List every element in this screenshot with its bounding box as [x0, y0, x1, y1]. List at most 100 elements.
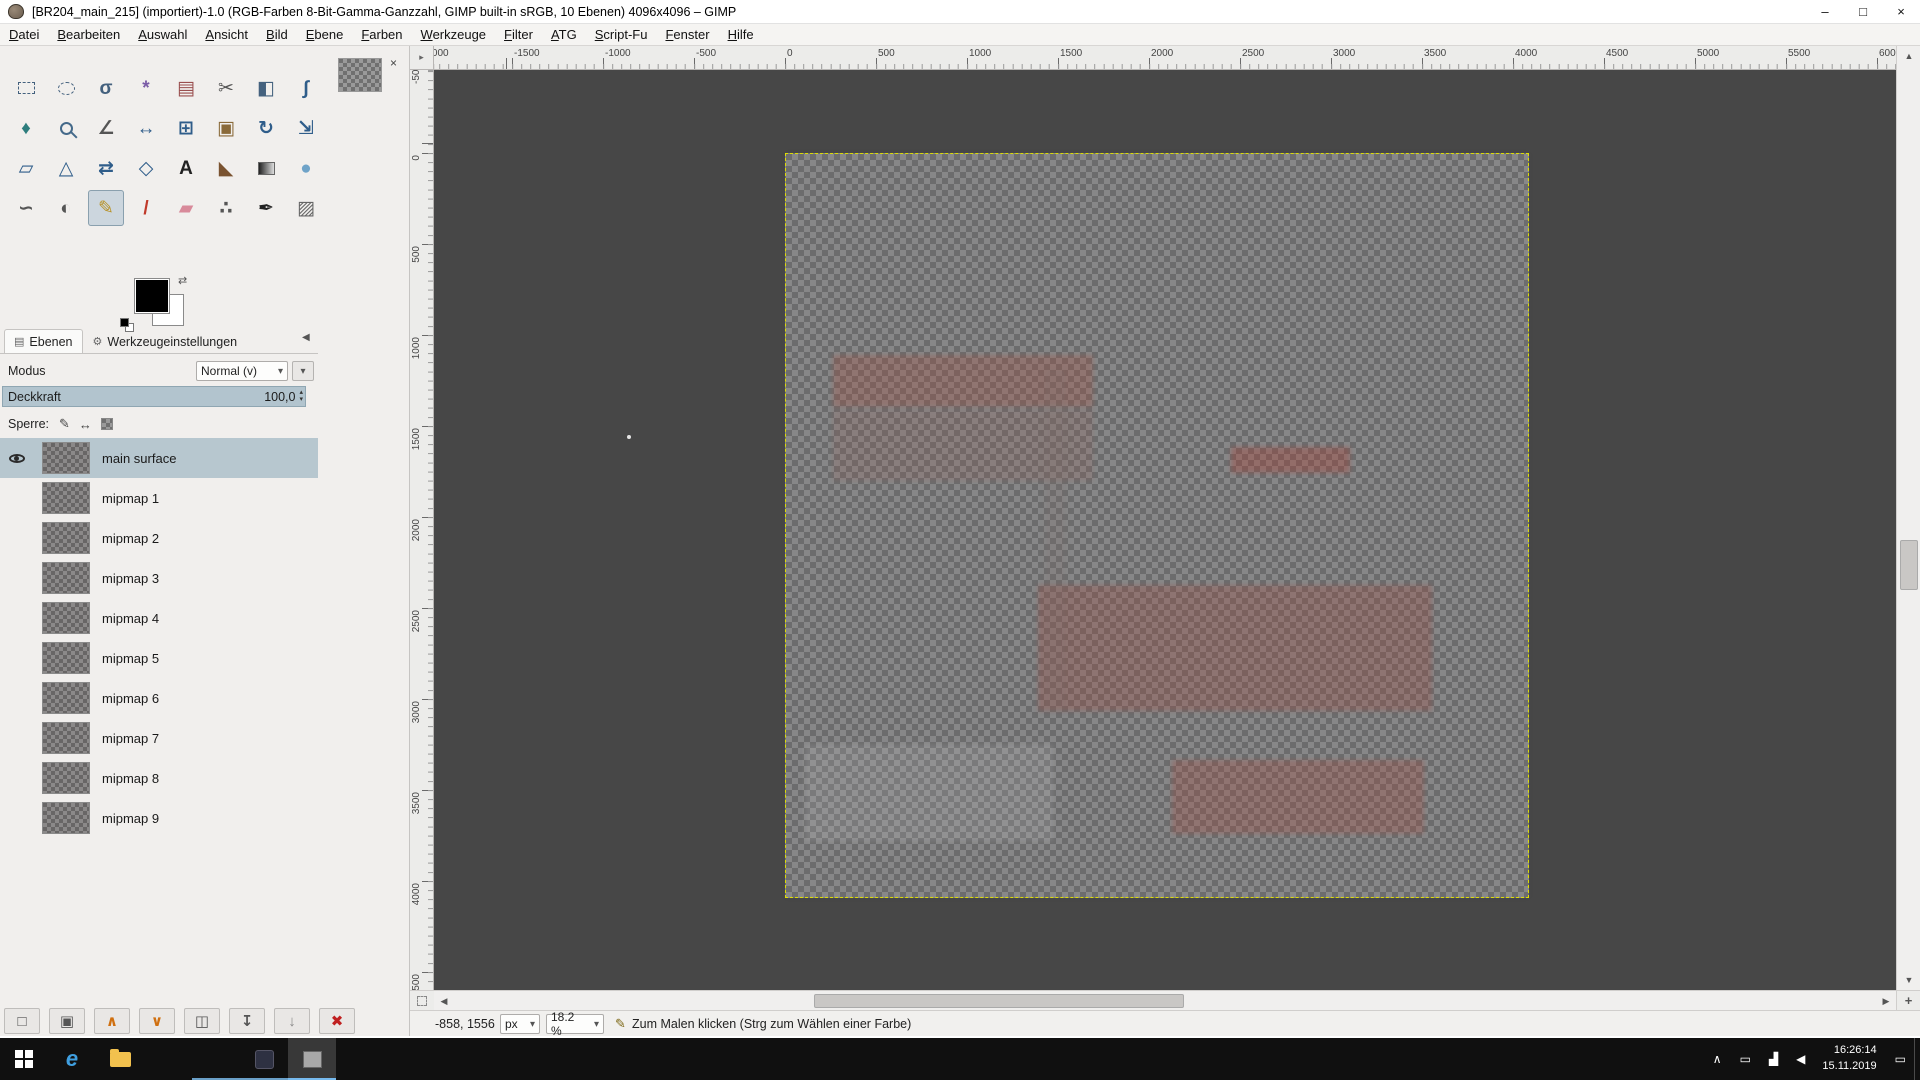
free-select-tool[interactable]: σ: [88, 70, 124, 106]
delete-layer-button[interactable]: ✖: [319, 1008, 355, 1034]
zoom-select[interactable]: 18.2 %: [546, 1014, 604, 1034]
layer-row[interactable]: mipmap 8: [0, 758, 318, 798]
layer-row[interactable]: main surface: [0, 438, 318, 478]
layer-row[interactable]: mipmap 9: [0, 798, 318, 838]
menu-hilfe[interactable]: Hilfe: [719, 25, 763, 44]
menu-farben[interactable]: Farben: [352, 25, 411, 44]
horizontal-scroll-thumb[interactable]: [814, 994, 1184, 1008]
airbrush-tool[interactable]: ∴: [208, 190, 244, 226]
text-tool[interactable]: A: [168, 150, 204, 186]
menu-fenster[interactable]: Fenster: [656, 25, 718, 44]
show-desktop-button[interactable]: [1914, 1038, 1920, 1080]
layer-row[interactable]: mipmap 5: [0, 638, 318, 678]
smudge-tool[interactable]: ∽: [8, 190, 44, 226]
layer-row[interactable]: mipmap 1: [0, 478, 318, 518]
measure-tool[interactable]: ∠: [88, 110, 124, 146]
menu-ansicht[interactable]: Ansicht: [196, 25, 257, 44]
menu-ebene[interactable]: Ebene: [297, 25, 353, 44]
dodge-burn-tool[interactable]: ◐: [48, 190, 84, 226]
maximize-button[interactable]: □: [1844, 0, 1882, 23]
layer-name[interactable]: mipmap 1: [102, 491, 159, 506]
image-thumbnail[interactable]: [338, 58, 382, 92]
menu-bearbeiten[interactable]: Bearbeiten: [48, 25, 129, 44]
network-icon[interactable]: ▟: [1769, 1052, 1778, 1066]
close-image-icon[interactable]: ×: [390, 56, 397, 70]
flip-tool[interactable]: ⇄: [88, 150, 124, 186]
volume-icon[interactable]: ◀: [1796, 1052, 1805, 1066]
menu-bild[interactable]: Bild: [257, 25, 297, 44]
new-layer-button[interactable]: □: [4, 1008, 40, 1034]
scissors-select-tool[interactable]: ✂: [208, 70, 244, 106]
layer-visibility-toggle[interactable]: [0, 454, 34, 463]
tab-werkzeugeinstellungen[interactable]: ⚙Werkzeugeinstellungen: [83, 329, 248, 353]
layer-row[interactable]: mipmap 2: [0, 518, 318, 558]
tray-expand-icon[interactable]: ∧: [1713, 1052, 1722, 1066]
gradient-tool[interactable]: [248, 150, 284, 186]
menu-auswahl[interactable]: Auswahl: [129, 25, 196, 44]
new-group-button[interactable]: ▣: [49, 1008, 85, 1034]
pencil-tool[interactable]: ✎: [88, 190, 124, 226]
scale-tool[interactable]: ⇲: [288, 110, 324, 146]
menu-scriptfu[interactable]: Script-Fu: [586, 25, 657, 44]
taskbar-explorer-icon[interactable]: [96, 1038, 144, 1080]
navigation-button[interactable]: +: [1896, 990, 1920, 1010]
select-by-color-tool[interactable]: ▤: [168, 70, 204, 106]
layer-row[interactable]: mipmap 7: [0, 718, 318, 758]
canvas-image[interactable]: [785, 153, 1529, 898]
rectangle-select-tool[interactable]: [8, 70, 44, 106]
ruler-corner-menu-icon[interactable]: ▸: [410, 46, 434, 70]
touch-keyboard-icon[interactable]: ▭: [1740, 1052, 1751, 1066]
layer-name[interactable]: mipmap 5: [102, 651, 159, 666]
layer-mode-select[interactable]: Normal (v): [196, 361, 288, 381]
raise-layer-button[interactable]: ∧: [94, 1008, 130, 1034]
lock-alpha-icon[interactable]: [101, 418, 113, 430]
crop-tool[interactable]: ▣: [208, 110, 244, 146]
cage-transform-tool[interactable]: ◇: [128, 150, 164, 186]
layer-row[interactable]: mipmap 4: [0, 598, 318, 638]
layer-name[interactable]: mipmap 8: [102, 771, 159, 786]
dock-collapse-button[interactable]: ◀: [302, 332, 310, 343]
menu-filter[interactable]: Filter: [495, 25, 542, 44]
clone-tool[interactable]: ▨: [288, 190, 324, 226]
paths-tool[interactable]: ∫: [288, 70, 324, 106]
eraser-tool[interactable]: ▰: [168, 190, 204, 226]
zoom-tool[interactable]: [48, 110, 84, 146]
swap-colors-icon[interactable]: ⇄: [178, 274, 187, 287]
layer-row[interactable]: mipmap 3: [0, 558, 318, 598]
lower-layer-button[interactable]: ∨: [139, 1008, 175, 1034]
horizontal-scrollbar[interactable]: ◀ ▶: [434, 990, 1896, 1010]
paintbrush-tool[interactable]: /: [128, 190, 164, 226]
shear-tool[interactable]: ▱: [8, 150, 44, 186]
vertical-scroll-thumb[interactable]: [1900, 540, 1918, 590]
ellipse-select-tool[interactable]: [48, 70, 84, 106]
lock-position-icon[interactable]: ↔: [79, 417, 92, 432]
unit-select[interactable]: px: [500, 1014, 540, 1034]
layer-name[interactable]: mipmap 7: [102, 731, 159, 746]
minimize-button[interactable]: –: [1806, 0, 1844, 23]
vertical-scrollbar[interactable]: ▲ ▼: [1896, 46, 1920, 990]
opacity-slider[interactable]: Deckkraft 100,0: [2, 386, 306, 407]
taskbar-firefox-icon[interactable]: [144, 1038, 192, 1080]
layer-row[interactable]: mipmap 6: [0, 678, 318, 718]
scroll-up-icon[interactable]: ▲: [1897, 46, 1920, 66]
scroll-down-icon[interactable]: ▼: [1897, 970, 1920, 990]
layer-name[interactable]: mipmap 9: [102, 811, 159, 826]
merge-layer-button[interactable]: ↓: [274, 1008, 310, 1034]
taskbar-clock[interactable]: 16:26:14 15.11.2019: [1822, 1043, 1876, 1075]
canvas-viewport[interactable]: [434, 70, 1896, 990]
mode-switch-button[interactable]: [292, 361, 314, 381]
layer-name[interactable]: mipmap 4: [102, 611, 159, 626]
rotate-tool[interactable]: ↻: [248, 110, 284, 146]
foreground-select-tool[interactable]: ◧: [248, 70, 284, 106]
color-picker-tool[interactable]: ♦: [8, 110, 44, 146]
fuzzy-select-tool[interactable]: *: [128, 70, 164, 106]
close-button[interactable]: ×: [1882, 0, 1920, 23]
align-tool[interactable]: ⊞: [168, 110, 204, 146]
blur-sharpen-tool[interactable]: ●: [288, 150, 324, 186]
perspective-tool[interactable]: △: [48, 150, 84, 186]
scroll-right-icon[interactable]: ▶: [1876, 991, 1896, 1011]
layer-name[interactable]: mipmap 3: [102, 571, 159, 586]
bucket-fill-tool[interactable]: ◣: [208, 150, 244, 186]
anchor-layer-button[interactable]: ↧: [229, 1008, 265, 1034]
menu-datei[interactable]: Datei: [0, 25, 48, 44]
